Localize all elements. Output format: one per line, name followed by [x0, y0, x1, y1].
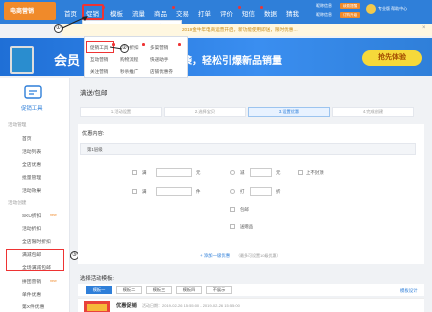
full-count-label: 满 — [142, 189, 147, 194]
nav-item-traffic[interactable]: 流量 — [132, 8, 145, 18]
notice-bar: 2019金牛年电商运营开启，新功能使用即送，限时优惠… — [62, 24, 432, 36]
page-title: 满送/包邮 — [80, 90, 108, 97]
free-shipping-checkbox[interactable] — [230, 207, 235, 212]
gift-checkbox[interactable] — [230, 224, 235, 229]
banner-cta-button[interactable]: 抢先体验 — [362, 50, 422, 66]
menu-item-store-coupon[interactable]: 店铺优惠券 — [150, 69, 173, 75]
template-tab-3[interactable]: 模板三 — [146, 286, 172, 294]
full-amount-unit: 元 — [196, 170, 201, 175]
new-dot-icon — [172, 6, 175, 9]
no-cap-checkbox[interactable] — [298, 170, 303, 175]
menu-item-shopping-flow[interactable]: 购物流程 — [120, 57, 138, 63]
account-info-line2: 昵称信息 — [316, 12, 332, 17]
nav-item-sms[interactable]: 短信 — [242, 8, 255, 18]
add-tier-note: （最多可设置10级优惠） — [236, 253, 281, 258]
promo-meta: 活动日期：2019-02-26 15:55:00 - 2019-02-26 15… — [142, 303, 240, 308]
tablet-illustration-icon — [10, 46, 34, 74]
sidebar — [0, 78, 70, 312]
menu-item-follow[interactable]: 关注营销 — [90, 69, 108, 75]
brand-logo[interactable]: 电商营销 — [4, 2, 56, 20]
tier-1-label: 第1层级 — [87, 147, 103, 152]
nav-item-more[interactable]: 猜我 — [286, 8, 299, 18]
template-label: 选择活动模板: — [80, 276, 114, 282]
sidebar-section-create: 活动创建 — [8, 200, 27, 205]
nav-item-orders[interactable]: 交易 — [176, 8, 189, 18]
account-info-line1: 昵称信息 — [316, 3, 332, 8]
sidebar-item-group-buy[interactable]: 拼团营销 — [22, 278, 41, 285]
step-2: 2.选择宝贝 — [164, 107, 246, 117]
avatar[interactable] — [366, 4, 376, 14]
discount-rate-unit: 折 — [276, 189, 281, 194]
reduce-amount-input[interactable] — [250, 168, 272, 177]
menu-item-express[interactable]: 快递助手 — [150, 57, 168, 63]
sidebar-item-batch-manage[interactable]: 批量管理 — [22, 174, 41, 181]
sidebar-section-manage: 活动管理 — [8, 122, 27, 127]
menu-item-multichannel[interactable]: 多渠营销 — [150, 45, 168, 51]
callout-arrow-icon — [61, 16, 88, 29]
full-amount-label: 满 — [142, 170, 147, 175]
user-menu[interactable]: 专业版 帮助中心 — [378, 6, 407, 12]
sidebar-item-activity-list[interactable]: 活动列表 — [22, 148, 41, 155]
discount-rate-radio[interactable] — [230, 189, 235, 194]
full-amount-input[interactable] — [156, 168, 192, 177]
full-count-unit: 件 — [196, 189, 201, 194]
gift-label: 送赠品 — [240, 224, 254, 229]
sidebar-item-highlight — [6, 249, 64, 271]
promo-title: 优惠促销 — [116, 303, 137, 309]
step-4: 4.完成创建 — [332, 107, 414, 117]
discount-rate-label: 打 — [240, 189, 245, 194]
nav-item-template[interactable]: 模板 — [110, 8, 123, 18]
add-tier-button[interactable]: + 添加一级优惠 — [200, 253, 230, 259]
free-shipping-label: 包邮 — [240, 207, 249, 212]
promo-tools-icon — [24, 85, 42, 99]
template-tab-2[interactable]: 模板二 — [116, 286, 142, 294]
reduce-amount-unit: 元 — [276, 170, 281, 175]
step-3-active: 3.设置优惠 — [248, 107, 330, 117]
brand-logo-text: 电商营销 — [10, 9, 35, 15]
banner-title: 会员 — [54, 53, 81, 68]
promo-badge-inner-icon — [87, 304, 107, 311]
new-dot-icon — [102, 6, 105, 9]
sidebar-title: 促销工具 — [21, 106, 43, 112]
sidebar-item-sku-discount[interactable]: SKU折扣 — [22, 212, 41, 219]
sidebar-item-activity-effect[interactable]: 活动效果 — [22, 187, 41, 194]
nav-item-data[interactable]: 数据 — [264, 8, 277, 18]
content-label: 优惠内容: — [82, 131, 105, 137]
new-dot-icon — [178, 43, 181, 46]
template-tab-4[interactable]: 模板四 — [176, 286, 202, 294]
nav-item-reviews[interactable]: 评价 — [220, 8, 233, 18]
callout-arrow-icon — [109, 46, 123, 50]
sidebar-item-home[interactable]: 首页 — [22, 135, 32, 142]
menu-item-flash-sale[interactable]: 秒杀推广 — [120, 69, 138, 75]
close-icon[interactable]: × — [422, 25, 426, 31]
reduce-amount-radio[interactable] — [230, 170, 235, 175]
full-amount-checkbox[interactable] — [132, 170, 137, 175]
template-tab-hide[interactable]: 不展示 — [206, 286, 232, 294]
new-dot-icon — [260, 6, 263, 9]
sidebar-item-nth-discount[interactable]: 第X件优惠 — [22, 303, 44, 310]
nav-item-print[interactable]: 打单 — [198, 8, 211, 18]
step-1: 1.活动设置 — [80, 107, 162, 117]
discount-rate-input[interactable] — [250, 187, 272, 196]
renew-button[interactable]: 续费提醒 — [340, 3, 360, 9]
no-cap-label: 上不封顶 — [306, 170, 324, 175]
tier-1-tab[interactable]: 第1层级 — [80, 143, 416, 155]
nav-item-products[interactable]: 商品 — [154, 8, 167, 18]
new-badge: new — [50, 279, 57, 283]
full-count-checkbox[interactable] — [132, 189, 137, 194]
reduce-amount-label: 减 — [240, 170, 245, 175]
upgrade-button[interactable]: 订购升级 — [340, 12, 360, 18]
sidebar-item-store-flash-discount[interactable]: 全店限时折扣 — [22, 238, 51, 245]
template-design-link[interactable]: 模板设计 — [400, 288, 418, 294]
template-tab-1[interactable]: 模板一 — [86, 286, 112, 294]
new-dot-icon — [142, 43, 145, 46]
new-dot-icon — [238, 6, 241, 9]
new-badge: new — [50, 213, 57, 217]
notice-text: 2019金牛年电商运营开启，新功能使用即送，限时优惠… — [182, 27, 298, 32]
full-count-input[interactable] — [156, 187, 192, 196]
sidebar-item-single-discount[interactable]: 单件优惠 — [22, 291, 41, 298]
sidebar-item-activity-discount[interactable]: 活动折扣 — [22, 225, 41, 232]
menu-item-interactive[interactable]: 互动营销 — [90, 57, 108, 63]
sidebar-item-store-discount[interactable]: 全店优惠 — [22, 161, 41, 168]
